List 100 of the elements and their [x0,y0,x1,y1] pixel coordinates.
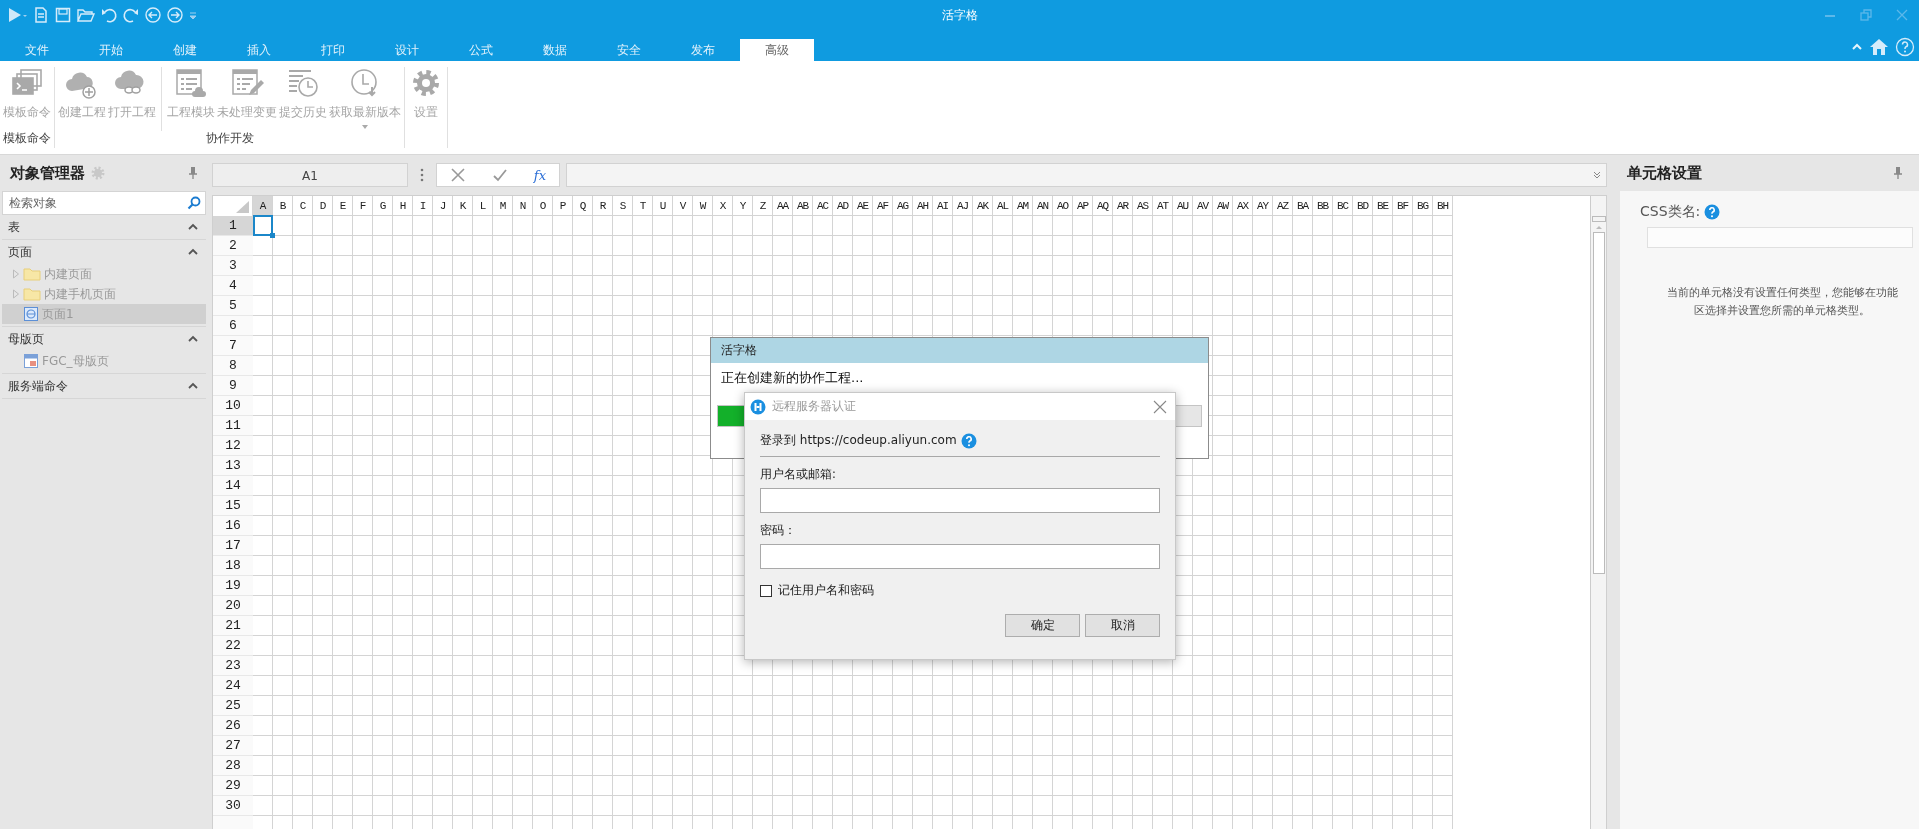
column-header[interactable]: Y [733,196,753,216]
column-header[interactable]: AK [973,196,993,216]
column-header[interactable]: C [293,196,313,216]
column-header[interactable]: AI [933,196,953,216]
expand-icon[interactable] [1592,170,1602,180]
column-header[interactable]: A [253,196,273,216]
column-header[interactable]: AR [1113,196,1133,216]
input-field[interactable] [760,488,1160,513]
column-header[interactable]: Q [573,196,593,216]
column-header[interactable]: BD [1353,196,1373,216]
row-header[interactable]: 13 [213,456,253,476]
column-header[interactable]: AV [1193,196,1213,216]
column-header[interactable]: W [693,196,713,216]
close-icon[interactable] [1153,399,1167,414]
search-field[interactable]: 检索对象 [2,191,206,215]
redo-icon[interactable] [122,6,140,24]
column-header[interactable]: AQ [1093,196,1113,216]
row-header[interactable]: 14 [213,476,253,496]
row-header[interactable]: 27 [213,736,253,756]
row-header[interactable]: 25 [213,696,253,716]
row-header[interactable]: 15 [213,496,253,516]
row-header[interactable]: 17 [213,536,253,556]
dialog-button[interactable]: 确定 [1005,614,1080,637]
row-header[interactable]: 22 [213,636,253,656]
folder-icon[interactable] [76,6,96,24]
column-header[interactable]: AL [993,196,1013,216]
row-header[interactable]: 16 [213,516,253,536]
row-header[interactable]: 24 [213,676,253,696]
selected-cell[interactable] [253,215,273,236]
column-header[interactable]: BC [1333,196,1353,216]
row-header[interactable]: 21 [213,616,253,636]
column-header[interactable]: AF [873,196,893,216]
formula-field[interactable] [566,163,1607,187]
column-header[interactable]: L [473,196,493,216]
row-header[interactable]: 30 [213,796,253,816]
column-header[interactable]: AG [893,196,913,216]
collapse-icon[interactable] [188,223,198,231]
row-header[interactable]: 8 [213,356,253,376]
column-header[interactable]: BH [1433,196,1453,216]
column-header[interactable]: B [273,196,293,216]
settings-icon[interactable] [91,166,105,180]
forward-icon[interactable] [166,6,184,24]
help-icon[interactable] [1704,204,1721,220]
pin-icon[interactable] [188,166,198,180]
column-header[interactable]: S [613,196,633,216]
column-header[interactable]: AU [1173,196,1193,216]
help-icon[interactable] [1895,37,1915,57]
cancel-icon[interactable] [449,167,466,183]
column-header[interactable]: AO [1053,196,1073,216]
row-header[interactable]: 19 [213,576,253,596]
column-header[interactable]: AY [1253,196,1273,216]
row-header[interactable]: 3 [213,256,253,276]
column-header[interactable]: R [593,196,613,216]
run-icon[interactable] [6,6,28,24]
expander-icon[interactable] [12,269,20,279]
home-icon[interactable] [1869,37,1889,57]
column-header[interactable]: AM [1013,196,1033,216]
row-header[interactable]: 28 [213,756,253,776]
row-header[interactable]: 6 [213,316,253,336]
column-header[interactable]: AX [1233,196,1253,216]
column-header[interactable]: AJ [953,196,973,216]
column-header[interactable]: AS [1133,196,1153,216]
scroll-thumb[interactable] [1592,232,1605,574]
column-header[interactable]: E [333,196,353,216]
back-icon[interactable] [144,6,162,24]
column-header[interactable]: AN [1033,196,1053,216]
row-header[interactable]: 23 [213,656,253,676]
row-header[interactable]: 9 [213,376,253,396]
column-header[interactable]: AB [793,196,813,216]
column-header[interactable]: N [513,196,533,216]
column-header[interactable]: BF [1393,196,1413,216]
pin-icon[interactable] [1893,166,1903,180]
row-header[interactable]: 20 [213,596,253,616]
expander-icon[interactable] [12,289,20,299]
column-header[interactable]: BA [1293,196,1313,216]
fill-handle[interactable] [270,233,275,238]
column-header[interactable]: AC [813,196,833,216]
column-header[interactable]: O [533,196,553,216]
column-header[interactable]: U [653,196,673,216]
undo-icon[interactable] [100,6,118,24]
row-header[interactable]: 10 [213,396,253,416]
row-header[interactable]: 1 [213,216,253,236]
row-header[interactable]: 7 [213,336,253,356]
close-icon[interactable] [1895,8,1909,22]
check-icon[interactable] [491,167,508,183]
column-header[interactable]: V [673,196,693,216]
input-field[interactable] [760,544,1160,569]
column-header[interactable]: X [713,196,733,216]
insert-function-button[interactable]: fx [533,167,546,183]
row-header[interactable]: 18 [213,556,253,576]
new-file-icon[interactable] [32,6,50,24]
row-header[interactable]: 2 [213,236,253,256]
column-header[interactable]: AA [773,196,793,216]
collapse-icon[interactable] [188,382,198,390]
ribbon-tab[interactable]: 高级 [740,39,814,61]
search-icon[interactable] [187,196,201,210]
save-icon[interactable] [54,6,72,24]
dialog-button[interactable]: 取消 [1085,614,1160,637]
row-header[interactable]: 29 [213,776,253,796]
column-header[interactable]: AP [1073,196,1093,216]
